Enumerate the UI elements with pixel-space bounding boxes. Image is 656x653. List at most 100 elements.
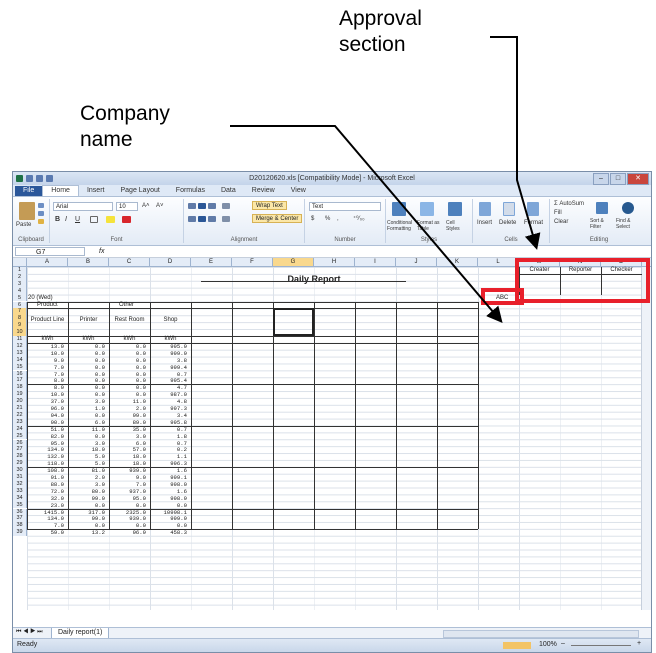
column-header[interactable]: J (396, 258, 437, 267)
tab-insert[interactable]: Insert (79, 186, 113, 196)
find-select-button[interactable]: Find & Select (616, 218, 640, 230)
data-cell[interactable]: 458.3 (150, 529, 187, 536)
name-box[interactable]: G7 (15, 247, 85, 256)
horizontal-scrollbar[interactable] (443, 630, 639, 638)
row-header[interactable]: 13 (13, 349, 27, 357)
delete-cells-button[interactable]: Delete (499, 220, 516, 226)
sort-filter-icon[interactable] (596, 202, 608, 214)
paste-icon[interactable] (19, 202, 35, 220)
maximize-button[interactable]: □ (610, 173, 626, 185)
row-header[interactable]: 26 (13, 439, 27, 447)
row-header[interactable]: 30 (13, 467, 27, 474)
comma-button[interactable]: , (337, 216, 339, 222)
font-color-icon[interactable] (122, 216, 131, 223)
tab-home[interactable]: Home (42, 185, 79, 196)
select-all-corner[interactable] (13, 258, 27, 267)
underline-button[interactable]: U (75, 216, 80, 223)
worksheet[interactable]: ABCDEFGHIJKLMNOP123456789101112131415161… (13, 258, 651, 610)
row-header[interactable]: 17 (13, 377, 27, 385)
sort-filter-button[interactable]: Sort & Filter (590, 218, 612, 230)
row-header[interactable]: 12 (13, 342, 27, 350)
row-header[interactable]: 4 (13, 287, 27, 295)
formula-input[interactable] (110, 247, 651, 256)
row-header[interactable]: 20 (13, 398, 27, 405)
row-header[interactable]: 25 (13, 432, 27, 440)
column-header[interactable]: C (109, 258, 150, 267)
data-cell[interactable]: 13.2 (68, 529, 105, 536)
row-header[interactable]: 2 (13, 273, 27, 281)
data-cell[interactable]: 59.0 (27, 529, 64, 536)
align-bottom-icon[interactable] (208, 203, 216, 209)
row-header[interactable]: 35 (13, 501, 27, 509)
selected-cell[interactable] (273, 308, 314, 336)
conditional-formatting-icon[interactable] (392, 202, 406, 216)
minimize-button[interactable]: – (593, 173, 609, 185)
column-header[interactable]: E (191, 258, 232, 267)
autosum-button[interactable]: Σ AutoSum (554, 201, 584, 207)
fill-button[interactable]: Fill (554, 210, 562, 216)
indent-icon[interactable] (222, 216, 230, 222)
row-header[interactable]: 9 (13, 322, 27, 330)
fx-icon[interactable]: fx (99, 248, 104, 255)
zoom-out-button[interactable]: – (561, 640, 565, 647)
currency-button[interactable]: $ (311, 216, 314, 222)
row-header[interactable]: 27 (13, 446, 27, 454)
find-select-icon[interactable] (622, 202, 634, 214)
row-header[interactable]: 19 (13, 391, 27, 399)
align-right-icon[interactable] (208, 216, 216, 222)
row-header[interactable]: 34 (13, 494, 27, 502)
italic-button[interactable]: I (65, 216, 67, 223)
fill-color-icon[interactable] (106, 216, 115, 223)
bold-button[interactable]: B (55, 216, 60, 223)
row-header[interactable]: 1 (13, 267, 27, 274)
align-center-icon[interactable] (198, 216, 206, 222)
tab-data[interactable]: Data (213, 186, 244, 196)
row-header[interactable]: 33 (13, 487, 27, 495)
font-name-select[interactable]: Arial (53, 202, 113, 211)
format-painter-icon[interactable] (38, 219, 44, 224)
row-header[interactable]: 15 (13, 363, 27, 371)
column-header[interactable]: L (478, 258, 519, 267)
row-header[interactable]: 22 (13, 411, 27, 419)
zoom-in-button[interactable]: + (637, 640, 641, 647)
zoom-level[interactable]: 100% (539, 641, 557, 648)
align-middle-icon[interactable] (198, 203, 206, 209)
insert-cells-icon[interactable] (479, 202, 491, 216)
font-size-select[interactable]: 10 (116, 202, 138, 211)
vertical-scrollbar[interactable] (641, 267, 651, 610)
row-header[interactable]: 32 (13, 480, 27, 488)
cell-styles-button[interactable]: Cell Styles (446, 220, 466, 232)
row-header[interactable]: 39 (13, 529, 27, 537)
row-header[interactable]: 29 (13, 460, 27, 468)
delete-cells-icon[interactable] (503, 202, 515, 216)
tab-page-layout[interactable]: Page Layout (112, 186, 167, 196)
row-header[interactable]: 18 (13, 384, 27, 392)
format-as-table-button[interactable]: Format as Table (417, 220, 441, 232)
grow-font-button[interactable]: A˄ (142, 203, 150, 209)
conditional-formatting-button[interactable]: Conditional Formatting (387, 220, 415, 232)
wrap-text-button[interactable]: Wrap Text (252, 201, 287, 210)
row-header[interactable]: 6 (13, 301, 27, 309)
orientation-icon[interactable] (222, 203, 230, 209)
align-left-icon[interactable] (188, 216, 196, 222)
row-header[interactable]: 28 (13, 453, 27, 461)
row-header[interactable]: 31 (13, 474, 27, 481)
decimal-buttons[interactable]: ⁺⁰⁄₀₀ (353, 215, 365, 222)
cell-styles-icon[interactable] (448, 202, 462, 216)
data-cell[interactable]: 96.9 (109, 529, 146, 536)
zoom-slider[interactable] (571, 645, 631, 646)
column-header[interactable]: G (273, 258, 314, 267)
row-header[interactable]: 8 (13, 315, 27, 323)
row-header[interactable]: 10 (13, 329, 27, 336)
column-header[interactable]: I (355, 258, 396, 267)
row-header[interactable]: 38 (13, 522, 27, 530)
column-header[interactable]: B (68, 258, 109, 267)
shrink-font-button[interactable]: A˅ (156, 203, 164, 209)
format-cells-button[interactable]: Format (524, 220, 543, 226)
tab-review[interactable]: Review (244, 186, 283, 196)
copy-icon[interactable] (38, 211, 44, 216)
row-header[interactable]: 24 (13, 425, 27, 433)
column-header[interactable]: H (314, 258, 355, 267)
row-header[interactable]: 11 (13, 336, 27, 343)
align-top-icon[interactable] (188, 203, 196, 209)
